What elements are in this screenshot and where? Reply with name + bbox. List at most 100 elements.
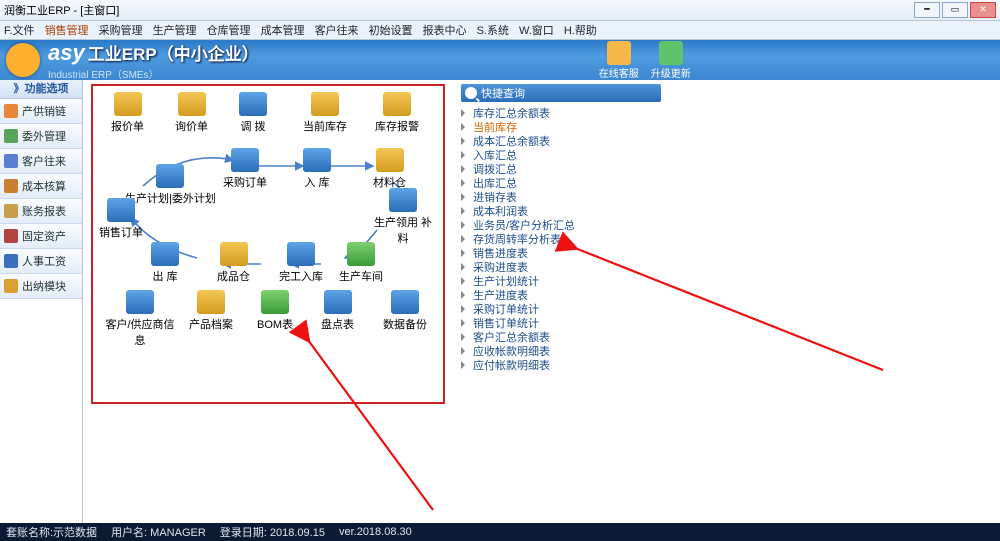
quick-search-item[interactable]: 存货周转率分析表 (461, 232, 661, 246)
quick-search-item[interactable]: 进销存表 (461, 190, 661, 204)
quick-search-list: 库存汇总余额表当前库存成本汇总余额表入库汇总调拨汇总出库汇总进销存表成本利润表业… (461, 106, 661, 372)
sidebar-item-asset[interactable]: 固定资产 (0, 224, 82, 249)
node-sales-order[interactable]: 销售订单 (99, 198, 143, 240)
backup-icon (391, 290, 419, 314)
sidebar-item-report[interactable]: 账务报表 (0, 199, 82, 224)
status-user: 用户名: MANAGER (111, 524, 206, 540)
material-icon (376, 148, 404, 172)
node-backup[interactable]: 数据备份 (383, 290, 427, 332)
node-stock-alert[interactable]: 库存报警 (375, 92, 419, 134)
chevron-right-icon (461, 235, 469, 243)
menu-purchase[interactable]: 采购管理 (99, 22, 143, 38)
sidebar-item-cashier[interactable]: 出纳模块 (0, 274, 82, 299)
menu-production[interactable]: 生产管理 (153, 22, 197, 38)
node-label: 调 拨 (240, 121, 265, 133)
quick-search-item[interactable]: 销售进度表 (461, 246, 661, 260)
status-login: 登录日期: 2018.09.15 (220, 524, 325, 540)
menu-file[interactable]: F.文件 (4, 22, 35, 38)
menu-customer[interactable]: 客户往来 (315, 22, 359, 38)
quick-search-item[interactable]: 生产进度表 (461, 288, 661, 302)
quick-search-item[interactable]: 业务员/客户分析汇总 (461, 218, 661, 232)
update-icon (659, 41, 683, 65)
node-product[interactable]: 产品档案 (189, 290, 233, 332)
node-finished-store[interactable]: 成品仓 (217, 242, 250, 284)
doc-icon (178, 92, 206, 116)
menu-window[interactable]: W.窗口 (519, 22, 554, 38)
quick-search-item[interactable]: 当前库存 (461, 120, 661, 134)
node-label: 出 库 (152, 271, 177, 283)
maximize-button[interactable]: ▭ (942, 2, 968, 18)
chevron-right-icon (461, 179, 469, 187)
sidebar-item-label: 产供销链 (22, 103, 66, 119)
sidebar-item-hr[interactable]: 人事工资 (0, 249, 82, 274)
banner-text: asy 工业ERP（中小企业） Industrial ERP（SMEs） (48, 40, 259, 81)
node-label: 产品档案 (189, 319, 233, 331)
doc-icon (114, 92, 142, 116)
finished-icon (220, 242, 248, 266)
close-button[interactable]: ✕ (970, 2, 996, 18)
function-sidebar: 》功能选项 产供销链 委外管理 客户往来 成本核算 账务报表 固定资产 人事工资… (0, 80, 83, 525)
node-purchase-order[interactable]: 采购订单 (223, 148, 267, 190)
quick-search-item[interactable]: 客户汇总余额表 (461, 330, 661, 344)
node-material-store[interactable]: 材料仓 (373, 148, 406, 190)
menu-init[interactable]: 初始设置 (369, 22, 413, 38)
node-partners[interactable]: 客户/供应商信息 (101, 290, 179, 348)
node-label: 客户/供应商信息 (101, 316, 179, 348)
sidebar-item-customer[interactable]: 客户往来 (0, 149, 82, 174)
node-inquiry[interactable]: 询价单 (175, 92, 208, 134)
node-current-stock[interactable]: 当前库存 (303, 92, 347, 134)
workshop-icon (347, 242, 375, 266)
node-label: 数据备份 (383, 319, 427, 331)
menu-help[interactable]: H.帮助 (564, 22, 597, 38)
quick-search-item[interactable]: 成本汇总余额表 (461, 134, 661, 148)
hr-icon (4, 254, 18, 268)
menu-cost[interactable]: 成本管理 (261, 22, 305, 38)
banner: asy 工业ERP（中小企业） Industrial ERP（SMEs） 在线客… (0, 40, 1000, 80)
quick-search-item[interactable]: 库存汇总余额表 (461, 106, 661, 120)
sidebar-item-outsource[interactable]: 委外管理 (0, 124, 82, 149)
menu-system[interactable]: S.系统 (477, 22, 509, 38)
out-icon (151, 242, 179, 266)
banner-title-en: Industrial ERP（SMEs） (48, 66, 259, 81)
quick-search-item[interactable]: 销售订单统计 (461, 316, 661, 330)
quick-search-item[interactable]: 出库汇总 (461, 176, 661, 190)
node-bom[interactable]: BOM表 (257, 290, 293, 332)
node-label: 成品仓 (217, 271, 250, 283)
quick-search-item[interactable]: 采购订单统计 (461, 302, 661, 316)
menu-sales[interactable]: 销售管理 (45, 22, 89, 38)
sidebar-item-cost[interactable]: 成本核算 (0, 174, 82, 199)
node-stock-in[interactable]: 入 库 (303, 148, 331, 190)
quick-search-item[interactable]: 成本利润表 (461, 204, 661, 218)
quick-search-item[interactable]: 生产计划统计 (461, 274, 661, 288)
content-area: 报价单 询价单 调 拨 当前库存 库存报警 生产计划|委外计划 (83, 80, 1000, 525)
node-label: 库存报警 (375, 121, 419, 133)
quick-search-item-label: 应付帐款明细表 (473, 357, 550, 373)
node-workshop[interactable]: 生产车间 (339, 242, 383, 284)
node-label: 销售订单 (99, 227, 143, 239)
report-icon (4, 204, 18, 218)
quick-search-item[interactable]: 应付帐款明细表 (461, 358, 661, 372)
node-complete-in[interactable]: 完工入库 (279, 242, 323, 284)
node-label: 盘点表 (321, 319, 354, 331)
node-quote[interactable]: 报价单 (111, 92, 144, 134)
node-inventory[interactable]: 盘点表 (321, 290, 354, 332)
quick-search-item[interactable]: 应收帐款明细表 (461, 344, 661, 358)
chevron-right-icon (461, 277, 469, 285)
issue-icon (389, 188, 417, 212)
online-support-button[interactable]: 在线客服 (599, 41, 639, 80)
window-title: 润衡工业ERP - [主窗口] (4, 2, 119, 18)
quick-search-item[interactable]: 采购进度表 (461, 260, 661, 274)
sidebar-item-supply-chain[interactable]: 产供销链 (0, 99, 82, 124)
node-issue[interactable]: 生产领用 补料 (373, 188, 433, 246)
node-label: 生产车间 (339, 271, 383, 283)
node-label: 报价单 (111, 121, 144, 133)
menu-warehouse[interactable]: 仓库管理 (207, 22, 251, 38)
node-stock-out[interactable]: 出 库 (151, 242, 179, 284)
menu-report[interactable]: 报表中心 (423, 22, 467, 38)
quick-search-item[interactable]: 调拨汇总 (461, 162, 661, 176)
quick-search-item[interactable]: 入库汇总 (461, 148, 661, 162)
upgrade-button[interactable]: 升级更新 (651, 41, 691, 80)
minimize-button[interactable]: ━ (914, 2, 940, 18)
sidebar-item-label: 固定资产 (22, 228, 66, 244)
node-transfer[interactable]: 调 拨 (239, 92, 267, 134)
